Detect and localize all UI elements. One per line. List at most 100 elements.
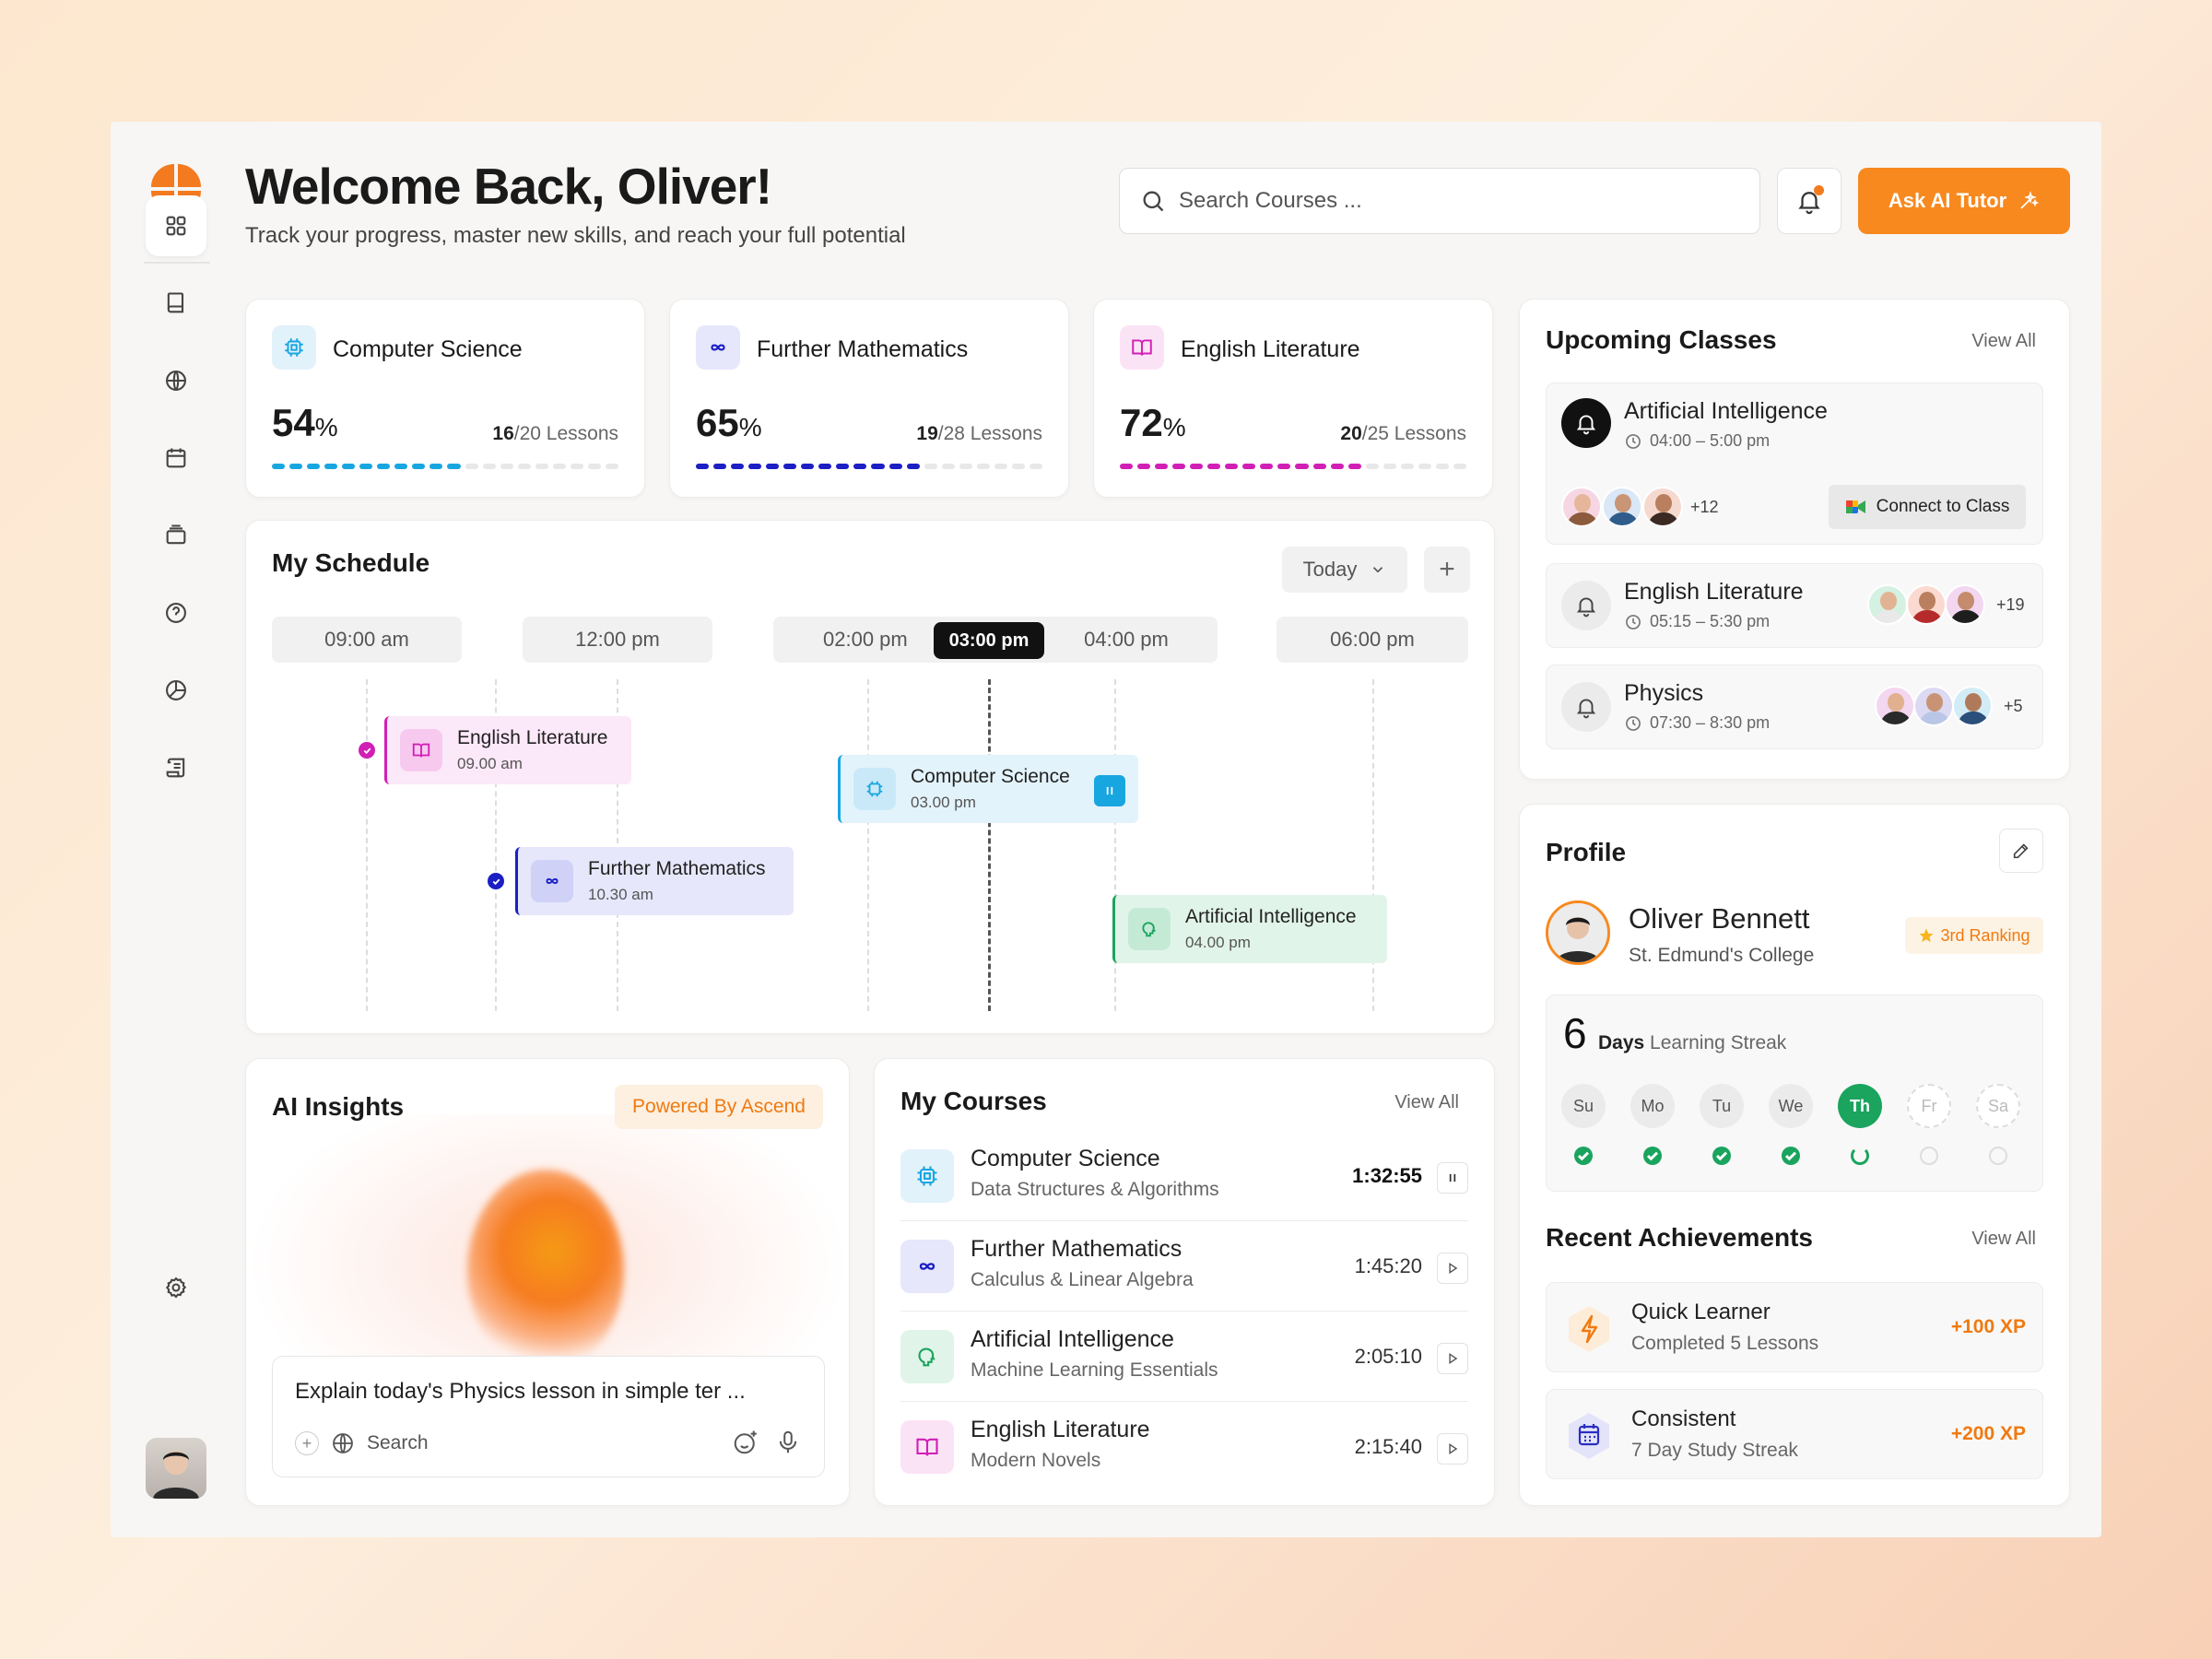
sidebar-item-help[interactable] — [146, 582, 206, 643]
bell-icon — [1561, 398, 1611, 448]
sidebar-item-analytics[interactable] — [146, 660, 206, 721]
course-name: English Literature — [971, 1417, 1150, 1442]
time-slot: 09:00 am — [272, 617, 462, 663]
progress-segment — [853, 464, 867, 469]
event-computer-science[interactable]: Computer Science 03.00 pm — [838, 755, 1138, 823]
connect-label: Connect to Class — [1876, 497, 2010, 516]
profile-name: Oliver Bennett — [1629, 902, 1810, 935]
class-name: Physics — [1624, 680, 1704, 706]
event-artificial-intelligence[interactable]: Artificial Intelligence 04.00 pm — [1112, 895, 1387, 963]
course-row[interactable]: Further Mathematics Calculus & Linear Al… — [900, 1227, 1468, 1312]
play-icon — [1449, 1353, 1458, 1364]
class-item[interactable]: English Literature 05:15 – 5:30 pm +19 — [1546, 563, 2043, 648]
progress-segment — [447, 464, 461, 469]
stat-card-english-literature[interactable]: English Literature 72% 20/25 Lessons — [1093, 299, 1493, 498]
play-icon — [1449, 1263, 1458, 1274]
microphone-icon[interactable] — [774, 1429, 802, 1456]
play-button[interactable] — [1437, 1253, 1468, 1284]
profile-college: St. Edmund's College — [1629, 945, 1815, 966]
search-toggle[interactable]: Search — [367, 1432, 429, 1454]
sidebar-item-courses[interactable] — [146, 273, 206, 334]
plus-icon[interactable]: + — [295, 1431, 319, 1455]
play-button[interactable] — [1437, 1343, 1468, 1374]
sidebar-item-calendar[interactable] — [146, 428, 206, 488]
sidebar-item-explore[interactable] — [146, 350, 206, 411]
open-book-icon — [900, 1420, 954, 1474]
pause-icon[interactable] — [1094, 775, 1125, 806]
attendee-avatar — [1602, 487, 1642, 527]
view-all-classes-link[interactable]: View All — [1971, 331, 2036, 352]
course-time: 1:45:20 — [1354, 1254, 1422, 1277]
view-all-courses-link[interactable]: View All — [1394, 1092, 1459, 1113]
progress-segment — [359, 464, 373, 469]
view-all-achievements-link[interactable]: View All — [1971, 1229, 2036, 1250]
achievement-subtitle: 7 Day Study Streak — [1631, 1440, 1798, 1461]
connect-to-class-button[interactable]: Connect to Class — [1829, 485, 2026, 529]
attendee-count: +12 — [1690, 498, 1719, 516]
progress-segment — [482, 464, 496, 469]
achievement-item[interactable]: Consistent 7 Day Study Streak +200 XP — [1546, 1389, 2043, 1479]
progress-segment — [324, 464, 338, 469]
course-row[interactable]: Artificial Intelligence Machine Learning… — [900, 1317, 1468, 1402]
bell-icon — [1561, 682, 1611, 732]
upcoming-classes-title: Upcoming Classes — [1546, 325, 1777, 354]
achievement-name: Consistent — [1631, 1406, 1736, 1431]
progress-segment — [570, 464, 583, 469]
ai-prompt-text[interactable]: Explain today's Physics lesson in simple… — [295, 1379, 746, 1405]
ask-ai-tutor-button[interactable]: Ask AI Tutor — [1858, 168, 2070, 234]
search-input[interactable]: Search Courses ... — [1119, 168, 1760, 234]
attendee-avatar — [1945, 584, 1985, 625]
stat-lessons: 19/28 Lessons — [916, 423, 1042, 444]
play-button[interactable] — [1437, 1433, 1468, 1465]
progress-segment — [1277, 464, 1291, 469]
divider — [900, 1401, 1468, 1402]
attendee-avatar — [1906, 584, 1947, 625]
event-further-mathematics[interactable]: Further Mathematics 10.30 am — [515, 847, 794, 915]
notifications-button[interactable] — [1777, 168, 1841, 234]
event-name: Artificial Intelligence — [1185, 906, 1357, 927]
progress-segment — [1260, 464, 1274, 469]
stat-card-computer-science[interactable]: Computer Science 54% 16/20 Lessons — [245, 299, 645, 498]
check-icon — [1782, 1147, 1800, 1165]
stat-card-further-mathematics[interactable]: Further Mathematics 65% 19/28 Lessons — [669, 299, 1069, 498]
current-time-line — [988, 679, 991, 1011]
achievement-item[interactable]: Quick Learner Completed 5 Lessons +100 X… — [1546, 1282, 2043, 1372]
prompt-toolbar: + Search — [295, 1430, 429, 1456]
bell-icon — [1561, 581, 1611, 630]
progress-segment — [941, 464, 955, 469]
add-event-button[interactable]: + — [1424, 547, 1470, 593]
today-dropdown[interactable]: Today — [1282, 547, 1407, 593]
ai-insights-panel: AI Insights Powered By Ascend Explain to… — [245, 1058, 850, 1506]
progress-segment — [748, 464, 762, 469]
stat-percent: 65% — [696, 401, 762, 444]
ai-prompt-box[interactable]: Explain today's Physics lesson in simple… — [272, 1356, 825, 1477]
progress-segment — [871, 464, 885, 469]
user-avatar[interactable] — [146, 1438, 206, 1499]
plus-icon: + — [1439, 554, 1455, 584]
course-row[interactable]: Computer Science Data Structures & Algor… — [900, 1136, 1468, 1221]
lightning-icon — [1563, 1303, 1615, 1355]
progress-segment — [1137, 464, 1151, 469]
course-row[interactable]: English Literature Modern Novels 2:15:40 — [900, 1407, 1468, 1487]
course-subtitle: Machine Learning Essentials — [971, 1359, 1218, 1381]
calendar-icon — [1563, 1410, 1615, 1462]
globe-icon[interactable] — [330, 1430, 356, 1456]
attendee-avatar — [1561, 487, 1602, 527]
emoji-icon[interactable] — [732, 1429, 759, 1456]
pending-icon — [1989, 1147, 2007, 1165]
sidebar-item-certificates[interactable] — [146, 737, 206, 798]
in-progress-icon — [1851, 1147, 1869, 1165]
day-tuesday: Tu — [1700, 1084, 1744, 1128]
progress-segment — [1382, 464, 1396, 469]
course-time: 2:05:10 — [1354, 1345, 1422, 1368]
settings-button[interactable] — [146, 1257, 206, 1318]
class-item[interactable]: Physics 07:30 – 8:30 pm +5 — [1546, 665, 2043, 749]
class-item[interactable]: Artificial Intelligence 04:00 – 5:00 pm … — [1546, 382, 2043, 545]
pencil-icon — [2013, 843, 2029, 859]
sidebar-item-dashboard[interactable] — [146, 195, 206, 256]
event-english-literature[interactable]: English Literature 09.00 am — [384, 716, 631, 784]
course-name: Computer Science — [971, 1146, 1160, 1171]
edit-profile-button[interactable] — [1999, 829, 2043, 873]
sidebar-item-library[interactable] — [146, 505, 206, 566]
pause-button[interactable] — [1437, 1162, 1468, 1194]
